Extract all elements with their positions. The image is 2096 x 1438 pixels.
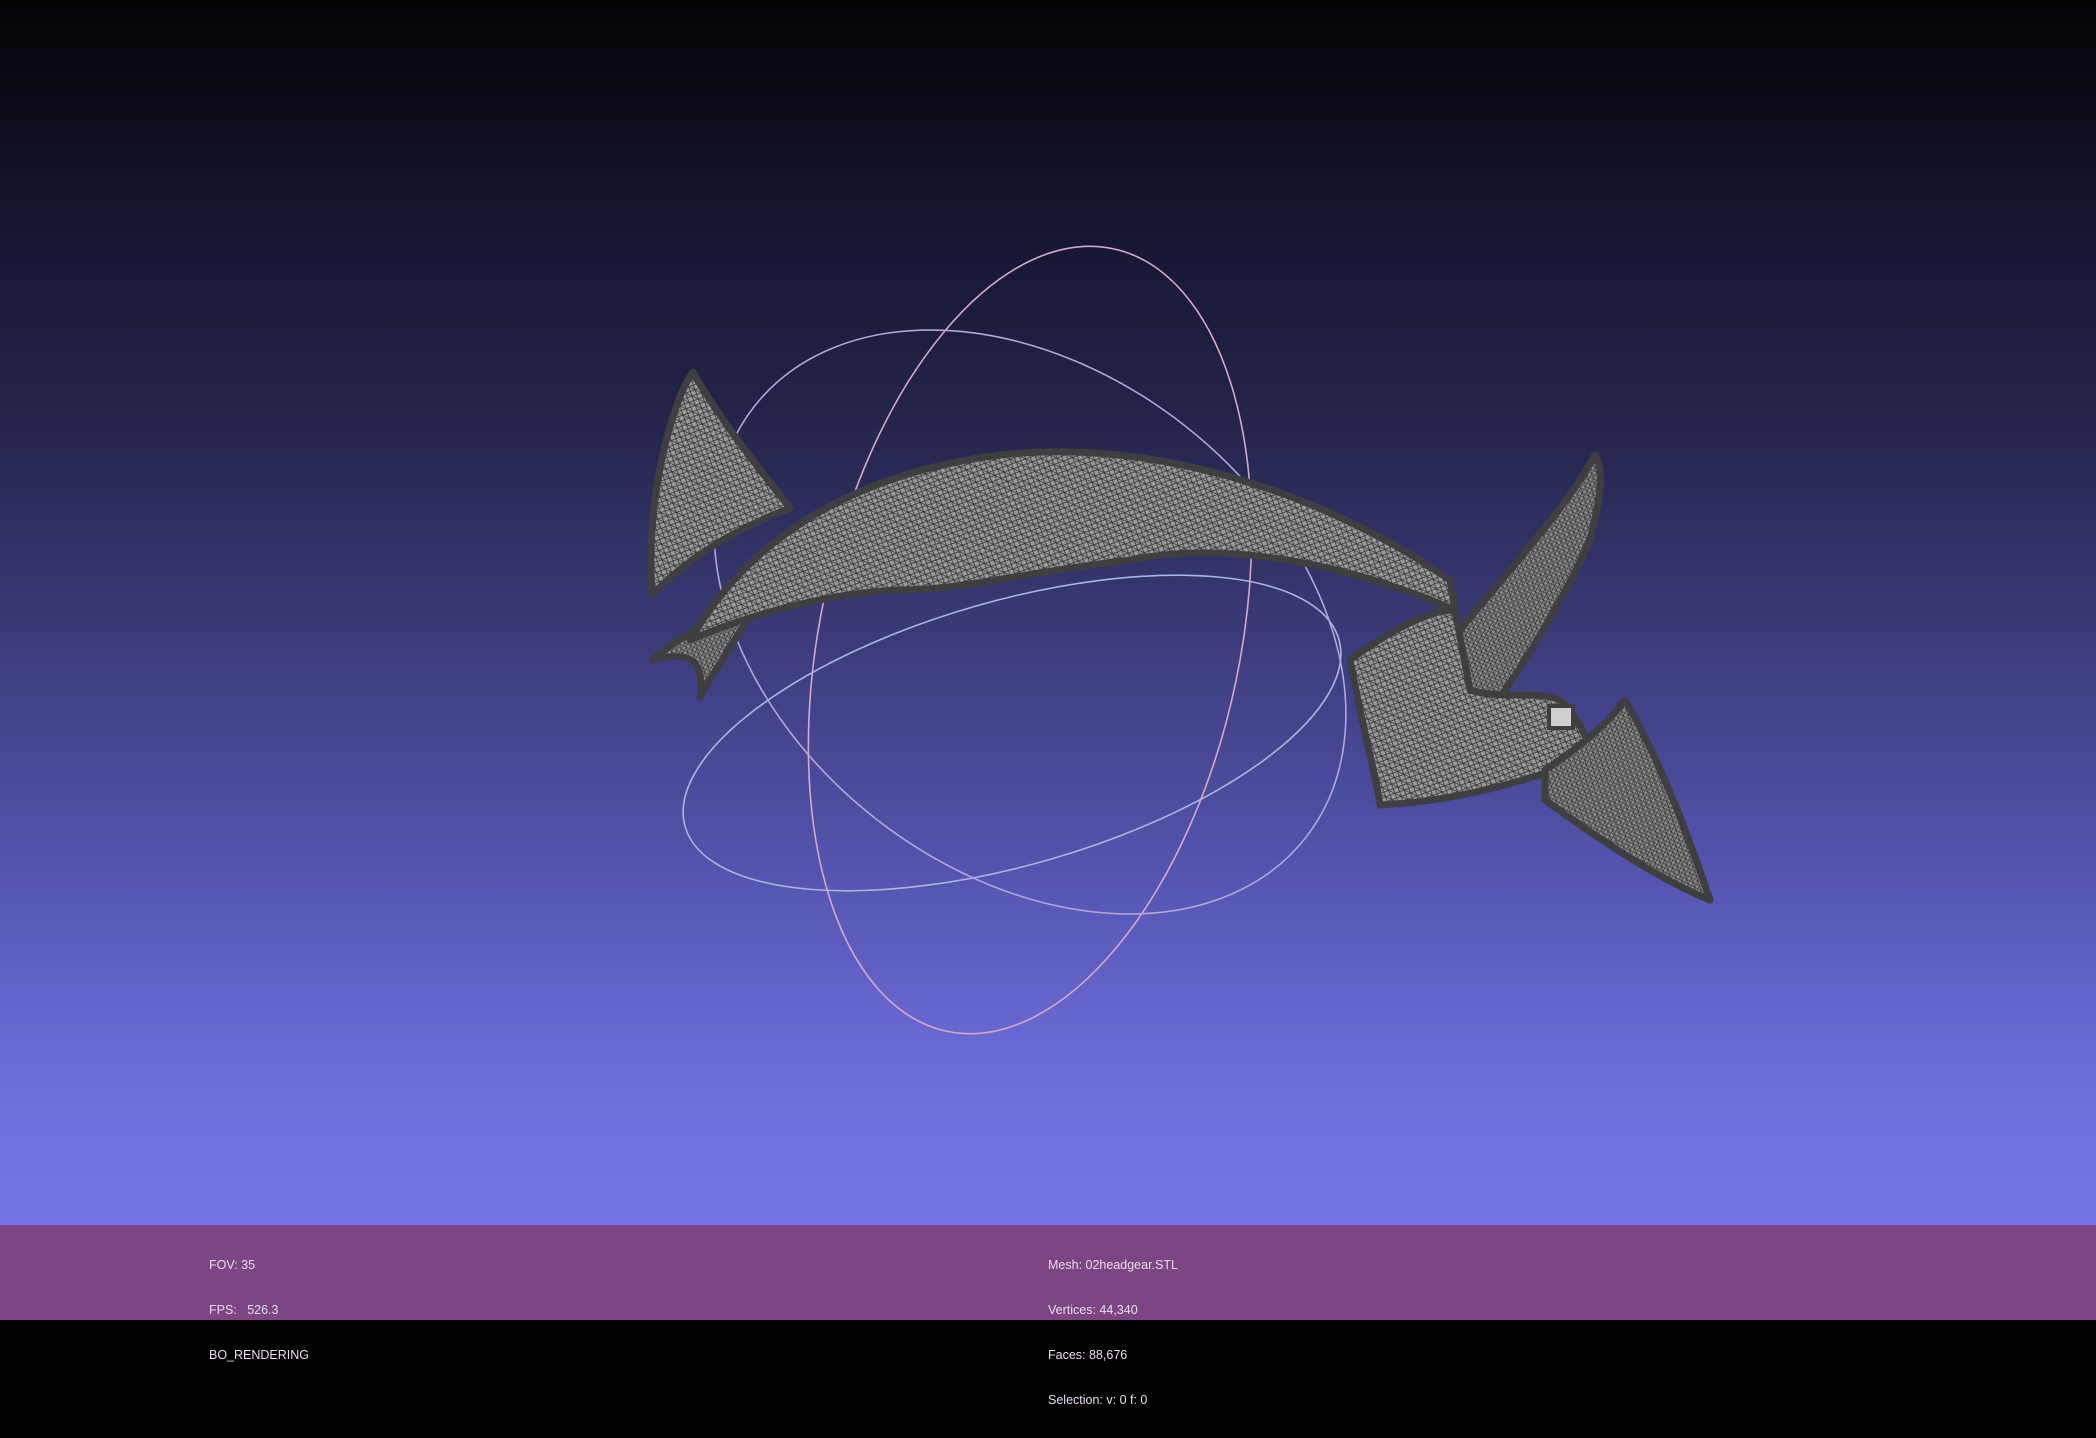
faces-label: Faces: 88,676: [1048, 1348, 1128, 1362]
selection-label: Selection: v: 0 f: 0: [1048, 1393, 1148, 1407]
scene-canvas: [647, 245, 1714, 1035]
trackball-ring-vertical: [807, 245, 1253, 1035]
mesh-model: [647, 368, 1714, 904]
info-bar: FOV: 35 FPS: 526.3 BO_RENDERING Mesh: 02…: [0, 1225, 2096, 1407]
rendering-mode-label: BO_RENDERING: [209, 1348, 310, 1362]
mesh-notch: [1547, 704, 1575, 730]
render-info: FOV: 35 FPS: 526.3 BO_RENDERING: [209, 1228, 309, 1393]
fps-label: FPS: 526.3: [209, 1303, 279, 1317]
3d-viewport[interactable]: [0, 0, 2096, 1225]
mesh-band: [686, 448, 1459, 644]
mesh-name-label: Mesh: 02headgear.STL: [1048, 1258, 1178, 1272]
mesh-info: Mesh: 02headgear.STL Vertices: 44,340 Fa…: [1048, 1228, 1178, 1438]
fov-label: FOV: 35: [209, 1258, 256, 1272]
vertices-label: Vertices: 44,340: [1048, 1303, 1138, 1317]
